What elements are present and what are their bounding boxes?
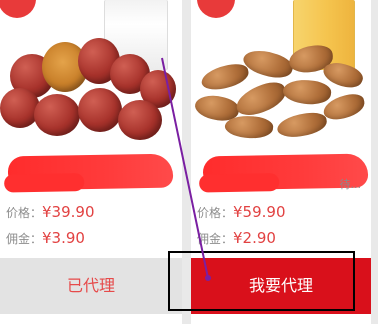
price-value: ¥39.90 <box>42 203 95 221</box>
almond-photo <box>191 42 371 142</box>
price-row: 价格：¥59.90 <box>197 203 286 221</box>
price-row: 价格：¥39.90 <box>6 203 95 221</box>
target-highlight-box <box>168 251 355 311</box>
jujube-photo <box>0 36 180 144</box>
screen-edge <box>371 0 378 324</box>
product-tag-icon <box>197 0 235 18</box>
already-agent-button[interactable]: 已代理 <box>0 258 182 314</box>
price-label: 价格： <box>6 206 43 220</box>
commission-value: ¥2.90 <box>233 229 276 247</box>
commission-value: ¥3.90 <box>42 229 85 247</box>
product-image-jujube[interactable] <box>0 0 182 150</box>
commission-row: 佣金：¥3.90 <box>6 229 85 247</box>
commission-label: 佣金： <box>6 232 43 246</box>
price-label: 价格： <box>197 206 234 220</box>
commission-row: 佣金：¥2.90 <box>197 229 276 247</box>
product-image-almond[interactable] <box>191 0 371 150</box>
commission-label: 佣金： <box>197 232 234 246</box>
price-value: ¥59.90 <box>233 203 286 221</box>
product-name-tail: 待... <box>339 178 362 191</box>
product-name-redacted <box>7 153 174 191</box>
product-tag-icon <box>0 0 36 18</box>
